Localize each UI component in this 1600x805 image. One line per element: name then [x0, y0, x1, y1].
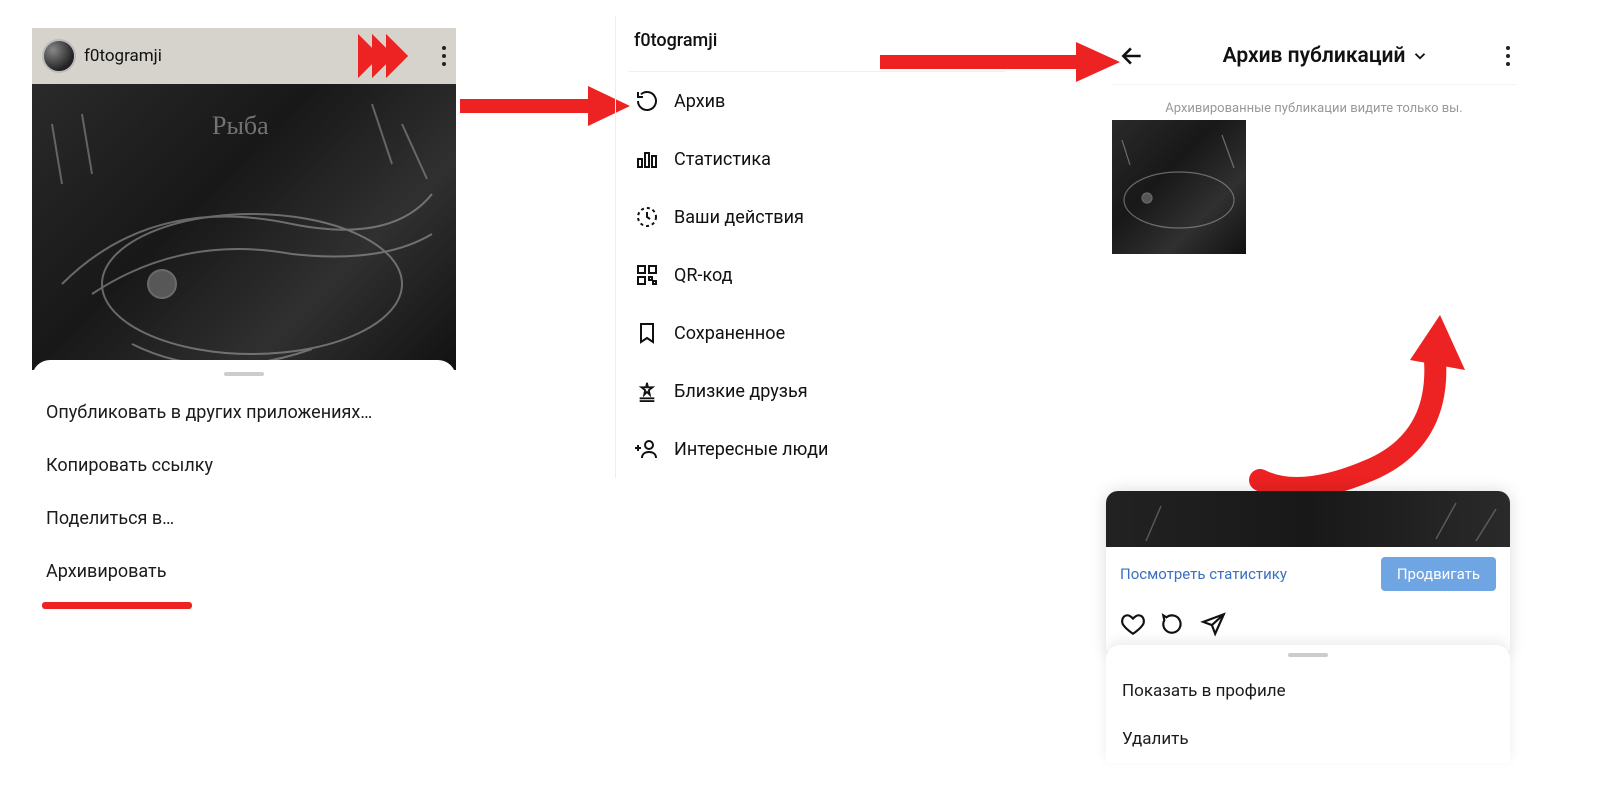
menu-item-label: Статистика — [674, 149, 771, 170]
archive-header: Архив публикаций — [1112, 28, 1516, 84]
promote-button[interactable]: Продвигать — [1381, 557, 1496, 591]
panel-archive: Архив публикаций Архивированные публикац… — [1112, 28, 1516, 254]
post-username[interactable]: f0togramji — [84, 46, 162, 66]
share-icon[interactable] — [1200, 611, 1226, 637]
post-header: f0togramji — [32, 28, 456, 84]
archive-icon — [634, 88, 660, 114]
menu-item-label: Ваши действия — [674, 207, 804, 228]
red-arrow-1 — [460, 82, 630, 130]
post-image[interactable]: Рыба — [32, 84, 456, 370]
panel-archived-post-card: Посмотреть статистику Продвигать Показат… — [1106, 491, 1510, 763]
svg-text:Рыба: Рыба — [212, 111, 269, 140]
menu-list: Архив Статистика Ваши действия QR-код Со… — [628, 72, 1005, 478]
menu-item-saved[interactable]: Сохраненное — [628, 304, 1005, 362]
post-image-band — [1106, 491, 1510, 547]
menu-item-label: Архив — [674, 91, 725, 112]
menu-item-label: QR-код — [674, 265, 733, 286]
archive-title-text: Архив публикаций — [1223, 44, 1406, 68]
menu-item-close-friends[interactable]: Близкие друзья — [628, 362, 1005, 420]
bottom-sheet-archive-actions: Показать в профиле Удалить — [1106, 645, 1510, 763]
sheet-handle[interactable] — [224, 372, 264, 376]
sheet-handle[interactable] — [1288, 653, 1328, 657]
sheet-item-share[interactable]: Поделиться в… — [32, 492, 456, 545]
sheet-item-delete[interactable]: Удалить — [1106, 715, 1510, 763]
menu-item-label: Интересные люди — [674, 439, 828, 460]
menu-item-label: Сохраненное — [674, 323, 785, 344]
add-person-icon — [634, 436, 660, 462]
menu-item-discover-people[interactable]: Интересные люди — [628, 420, 1005, 478]
qr-icon — [634, 262, 660, 288]
fish-illustration: Рыба — [32, 84, 456, 370]
chevron-down-icon — [1411, 47, 1429, 65]
sheet-item-copy-link[interactable]: Копировать ссылку — [32, 439, 456, 492]
sheet-item-show-in-profile[interactable]: Показать в профиле — [1106, 667, 1510, 715]
avatar[interactable] — [42, 39, 76, 73]
stats-icon — [634, 146, 660, 172]
archive-thumbnail[interactable] — [1112, 120, 1246, 254]
sheet-item-publish-other-apps[interactable]: Опубликовать в других приложениях… — [32, 386, 456, 439]
sheet-item-archive[interactable]: Архивировать — [32, 545, 456, 598]
red-arrow-2 — [880, 38, 1120, 86]
post-actions — [1106, 601, 1510, 651]
menu-item-qr-code[interactable]: QR-код — [628, 246, 1005, 304]
activity-icon — [634, 204, 660, 230]
menu-item-label: Близкие друзья — [674, 381, 808, 402]
archive-title[interactable]: Архив публикаций — [1146, 44, 1506, 68]
red-curved-arrow — [1240, 310, 1490, 510]
view-statistics-link[interactable]: Посмотреть статистику — [1120, 565, 1287, 583]
stats-row: Посмотреть статистику Продвигать — [1106, 547, 1510, 601]
menu-item-statistics[interactable]: Статистика — [628, 130, 1005, 188]
bottom-sheet: Опубликовать в других приложениях… Копир… — [32, 360, 456, 609]
archive-notice: Архивированные публикации видите только … — [1112, 84, 1516, 120]
back-arrow-icon[interactable] — [1118, 42, 1146, 70]
kebab-menu-icon[interactable] — [1506, 46, 1510, 66]
menu-item-your-activity[interactable]: Ваши действия — [628, 188, 1005, 246]
red-chevrons-decoration — [366, 34, 408, 78]
close-friends-icon — [634, 378, 660, 404]
red-underline-highlight — [42, 602, 192, 609]
like-icon[interactable] — [1120, 611, 1146, 637]
kebab-menu-icon[interactable] — [442, 46, 446, 66]
panel-post-with-bottomsheet: f0togramji Рыба Опубликовать в других пр… — [32, 28, 456, 609]
comment-icon[interactable] — [1160, 611, 1186, 637]
bookmark-icon — [634, 320, 660, 346]
